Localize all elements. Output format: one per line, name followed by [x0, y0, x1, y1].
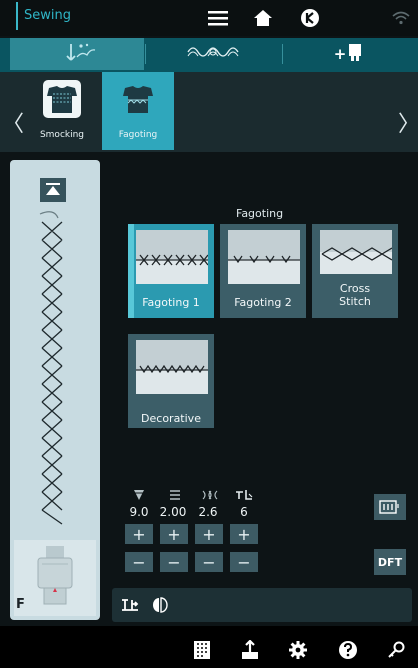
settings-icon[interactable]: [286, 638, 310, 662]
stitch-image: [136, 230, 208, 284]
mirror-side-icon: [122, 599, 139, 611]
top-bar: Sewing: [0, 0, 418, 36]
stitch-counter-button[interactable]: [374, 494, 406, 520]
tab-decorative-stitches[interactable]: [146, 38, 280, 70]
tension-plus-button[interactable]: +: [230, 524, 258, 544]
stitch-length-icon: [163, 488, 187, 502]
decorative-fagoting-icon: [136, 364, 208, 374]
tile-label: Fagoting 2: [234, 296, 292, 309]
length-plus-button[interactable]: +: [160, 524, 188, 544]
chevron-right-icon: 〉: [398, 112, 418, 137]
length-value: 2.00: [159, 505, 187, 519]
bottom-nav-bar: [0, 626, 418, 668]
presser-foot-icon: [37, 546, 73, 605]
stitch-preview-icon: [39, 211, 63, 525]
help-icon[interactable]: [336, 638, 360, 662]
export-icon[interactable]: [238, 638, 262, 662]
tension-value: 6: [240, 505, 248, 519]
length-minus-button[interactable]: −: [160, 552, 188, 572]
stitch-width-icon: [127, 488, 151, 502]
add-foot-icon: [348, 43, 362, 65]
decorative-stitch-icon: [185, 41, 241, 67]
arrow-to-top-icon: [46, 183, 60, 195]
cross-stitch-icon: [321, 247, 392, 261]
stitch-category-tabs: +: [0, 38, 418, 72]
stitch-tile-fagoting-1[interactable]: Fagoting 1: [128, 224, 214, 318]
group-label: Fagoting: [118, 130, 158, 140]
chevron-left-icon: 〈: [2, 112, 25, 137]
tile-label: Fagoting 1: [142, 296, 200, 309]
tab-add-foot[interactable]: +: [283, 38, 413, 70]
width-plus-button[interactable]: +: [125, 524, 153, 544]
density-plus-button[interactable]: +: [195, 524, 223, 544]
thread-tension-icon: [232, 488, 256, 502]
presser-foot-letter: F: [16, 597, 25, 612]
stitch-menu-icon[interactable]: [190, 638, 214, 662]
tab-utility-stitches[interactable]: [10, 38, 144, 70]
scroll-left-arrow[interactable]: 〈: [2, 102, 25, 142]
jump-to-top-button[interactable]: [40, 178, 66, 202]
tools-icon[interactable]: [384, 638, 408, 662]
tension-minus-button[interactable]: −: [230, 552, 258, 572]
stitch-group-row: 〈 Smocking Fagoting 〉: [0, 72, 418, 152]
tile-label: Cross Stitch: [339, 282, 371, 308]
mirror-side-to-side-button[interactable]: [118, 594, 142, 616]
stitch-tile-cross-stitch[interactable]: Cross Stitch: [312, 224, 398, 318]
group-label: Smocking: [39, 130, 85, 140]
menu-icon[interactable]: [205, 6, 231, 30]
default-settings-button[interactable]: DFT: [374, 549, 406, 575]
section-title: Fagoting: [236, 207, 284, 220]
mirror-end-to-end-button[interactable]: [150, 594, 170, 616]
mode-title: Sewing: [24, 8, 71, 23]
width-value: 9.0: [129, 505, 149, 519]
presser-foot-recommendation: [14, 540, 96, 616]
wifi-icon: [388, 6, 414, 30]
embroidery-stitch-icon: [57, 41, 97, 67]
title-accent: [16, 2, 18, 30]
density-minus-button[interactable]: −: [195, 552, 223, 572]
fagoting-garment-icon: [119, 80, 157, 118]
stitch-density-icon: [198, 488, 222, 502]
width-minus-button[interactable]: −: [125, 552, 153, 572]
home-icon[interactable]: [250, 6, 276, 30]
stitch-tile-fagoting-2[interactable]: Fagoting 2: [220, 224, 306, 318]
stitch-counter-icon: [379, 500, 399, 514]
group-fagoting[interactable]: Fagoting: [102, 72, 174, 150]
stitch-options-bar: [112, 588, 412, 622]
smocking-garment-icon: [43, 80, 81, 118]
fagoting-stitch-icon: [136, 254, 208, 266]
tile-label: Decorative: [141, 412, 201, 425]
jklockoff-icon[interactable]: [297, 6, 323, 30]
stitch-image: [320, 230, 392, 274]
fagoting-stitch-icon: [228, 255, 300, 264]
mirror-end-icon: [153, 597, 168, 613]
add-symbol: +: [333, 45, 347, 63]
group-smocking[interactable]: Smocking: [26, 72, 98, 150]
stitch-image: [136, 340, 208, 394]
stitch-image: [228, 230, 300, 284]
stitch-tile-decorative[interactable]: Decorative: [128, 334, 214, 428]
stitch-preview-panel[interactable]: F: [10, 160, 100, 620]
density-value: 2.6: [198, 505, 218, 519]
scroll-right-arrow[interactable]: 〉: [398, 102, 418, 142]
